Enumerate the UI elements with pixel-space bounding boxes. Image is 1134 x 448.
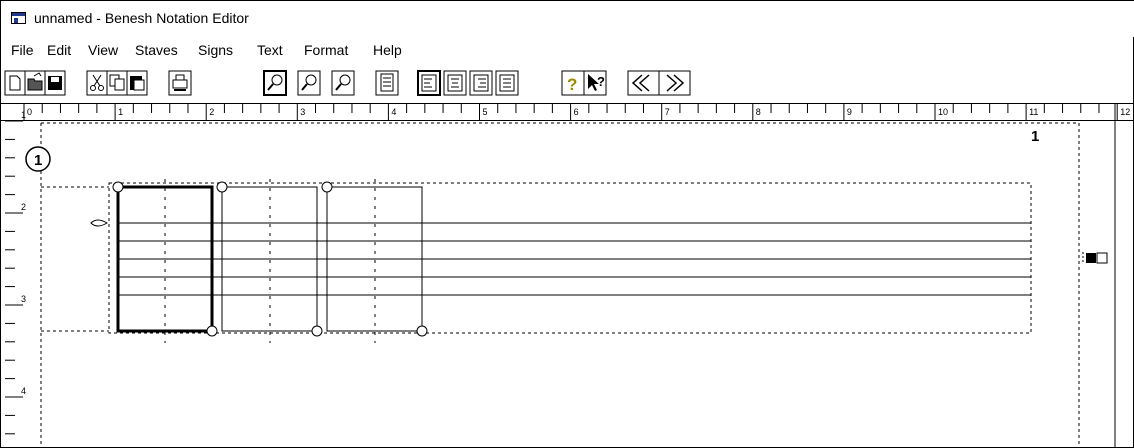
svg-text:?: ?	[567, 75, 577, 94]
align-justify-icon[interactable]	[495, 70, 519, 96]
menu-signs[interactable]: Signs	[198, 42, 233, 58]
vruler-number: 4	[21, 386, 26, 396]
paste-icon[interactable]	[126, 70, 148, 96]
window-title: unnamed - Benesh Notation Editor	[34, 10, 249, 26]
menu-format[interactable]: Format	[304, 42, 348, 58]
new-page-icon[interactable]	[4, 70, 26, 96]
page-number: 1	[1031, 128, 1039, 145]
open-folder-icon[interactable]	[24, 70, 46, 96]
menu-bar: File Edit View Staves Signs Text Format …	[1, 37, 1134, 65]
align-center-icon[interactable]	[443, 70, 467, 96]
menu-file[interactable]: File	[11, 42, 34, 58]
scissors-icon[interactable]	[86, 70, 108, 96]
frame-3[interactable]	[321, 179, 428, 343]
menu-view[interactable]: View	[88, 42, 118, 58]
save-disk-icon[interactable]	[44, 70, 66, 96]
menu-edit[interactable]: Edit	[47, 42, 71, 58]
vertical-ruler: 1 2 3 4	[5, 110, 26, 435]
svg-text:?: ?	[597, 74, 605, 89]
align-right-icon[interactable]	[469, 70, 493, 96]
magnifier-icon[interactable]	[297, 70, 321, 96]
selection-indicator	[1082, 252, 1108, 264]
question-icon[interactable]: ?	[561, 70, 585, 96]
frame-1[interactable]	[112, 179, 218, 343]
staff-bounding-box	[108, 182, 1032, 334]
menu-staves[interactable]: Staves	[135, 42, 178, 58]
staff-start-marker[interactable]	[90, 219, 108, 227]
pointer-question-icon[interactable]: ?	[583, 70, 607, 96]
frame-marker[interactable]: 1	[25, 146, 51, 172]
page-lines-icon[interactable]	[375, 70, 399, 96]
app-icon	[11, 12, 26, 24]
title-bar: unnamed - Benesh Notation Editor	[1, 1, 1134, 37]
frame-2[interactable]	[216, 179, 323, 343]
magnifier-icon[interactable]	[263, 70, 287, 96]
staff-lines[interactable]	[119, 222, 1031, 296]
vruler-number: 3	[21, 294, 26, 304]
double-chevron-right-icon[interactable]	[658, 70, 691, 96]
double-chevron-left-icon[interactable]	[627, 70, 660, 96]
toolbar: ? ?	[1, 67, 1134, 101]
align-left-icon[interactable]	[417, 70, 441, 96]
magnifier-icon[interactable]	[331, 70, 355, 96]
toolbar-icons: ? ?	[4, 70, 691, 96]
frame-marker-label: 1	[34, 152, 42, 169]
vruler-number: 1	[21, 110, 26, 120]
menu-text[interactable]: Text	[257, 42, 283, 58]
menu-help[interactable]: Help	[373, 42, 402, 58]
vruler-number: 2	[21, 202, 26, 212]
printer-icon[interactable]	[168, 70, 192, 96]
copy-icon[interactable]	[106, 70, 128, 96]
notation-canvas[interactable]: 1 2 3 4 1 1	[1, 103, 1134, 448]
